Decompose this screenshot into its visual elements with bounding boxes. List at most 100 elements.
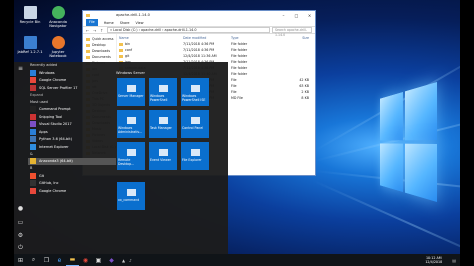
notifications-icon[interactable]: ▤ [452, 258, 456, 263]
letter-heading-b[interactable]: B [28, 165, 116, 172]
expand-link[interactable]: Expand [28, 92, 116, 99]
app-item[interactable]: Visual Studio 2017 [28, 121, 116, 129]
app-icon[interactable]: ◆ [105, 254, 118, 266]
app-label: Command Prompt [39, 107, 71, 112]
app-icon [30, 84, 36, 91]
app-item[interactable]: Python 3.6 (64-bit) [28, 136, 116, 144]
explorer-titlebar[interactable]: apache-drill-1.14.0 – □ × [83, 11, 315, 19]
ribbon-tabs: File Home Share View [83, 19, 315, 26]
app-label: Internet Explorer [39, 144, 69, 149]
folder-icon [119, 48, 123, 52]
address-bar[interactable]: « Local Disk (C:) › apache-drill › apach… [107, 27, 270, 33]
desktop-icon-jabref[interactable]: JabRef 1.2.7.1 [16, 36, 44, 54]
tile[interactable]: File Explorer [181, 142, 209, 170]
app-item[interactable]: Internet Explorer [28, 143, 116, 151]
internet-explorer-icon[interactable]: e [53, 254, 66, 266]
search-input[interactable]: Search apache-drill-1.14.0 [272, 27, 312, 37]
maximize-icon[interactable]: □ [291, 13, 302, 18]
app-item[interactable]: Command Prompt [28, 106, 116, 114]
folder-icon [86, 43, 90, 47]
tile[interactable]: Remote Desktop... [117, 142, 145, 170]
file-explorer-icon[interactable]: ▬ [66, 254, 79, 266]
clock[interactable]: 10:12 AM 12/4/2018 [419, 256, 448, 264]
task-view-icon[interactable]: ❐ [40, 254, 53, 266]
up-arrow-icon[interactable]: ↑ [100, 28, 105, 33]
app-item[interactable]: SQL Server Profiler 17 [28, 84, 116, 92]
app-icon [30, 143, 36, 150]
letter-heading-hash[interactable]: & [28, 151, 116, 158]
tile-label: xx_command [118, 198, 140, 202]
tiles-area: Windows Server Server Manager Windows Pow… [115, 70, 228, 246]
settings-gear-icon[interactable]: ⚙ [17, 232, 24, 239]
tab-view[interactable]: View [136, 21, 144, 25]
forward-arrow-icon[interactable]: → [93, 28, 98, 33]
tile-label: File Explorer [182, 158, 202, 162]
file-name: bin [125, 42, 131, 46]
start-button-icon[interactable]: ⊞ [14, 254, 27, 266]
app-icon [30, 172, 36, 179]
tile[interactable]: Control Panel [181, 110, 209, 138]
desktop-icon-recycle-bin[interactable]: Recycle Bin [16, 6, 44, 24]
file-size: 8 KB [301, 96, 309, 100]
tile-label: Windows PowerShell [150, 94, 168, 102]
recycle-bin-icon [23, 6, 37, 19]
nav-item-label: Documents [92, 55, 111, 59]
volume-icon[interactable]: ♪ [129, 258, 132, 263]
tab-file[interactable]: File [86, 19, 98, 26]
search-icon[interactable]: ⌕ [27, 254, 40, 266]
folder-icon [86, 13, 90, 17]
app-item[interactable]: Apps [28, 128, 116, 136]
file-name: git [125, 54, 130, 58]
user-icon[interactable]: ● [17, 205, 24, 212]
app-icon [30, 136, 36, 143]
tile[interactable]: Windows Administrativ... [117, 110, 145, 138]
desktop-icon-label: Recycle Bin [19, 20, 41, 24]
tile[interactable]: Windows PowerShell [149, 78, 177, 106]
most-used-heading: Most used [30, 99, 48, 104]
app-item[interactable]: Google Chrome [28, 187, 116, 195]
app-item[interactable]: Windows [28, 69, 116, 77]
app-label: Apps [39, 129, 48, 134]
hamburger-icon[interactable]: ≡ [17, 65, 24, 72]
file-type: MD File [231, 96, 243, 100]
chrome-icon[interactable]: ◉ [79, 254, 92, 266]
desktop-icon-jupyter[interactable]: Jupyter Notebook [44, 36, 72, 58]
app-item[interactable]: GitHub, Inc [28, 180, 116, 188]
folder-icon [86, 55, 90, 59]
window-title: apache-drill-1.14.0 [116, 13, 150, 17]
desktop-icon-anaconda-navigator[interactable]: Anaconda Navigator [44, 6, 72, 28]
app-item[interactable]: Google Chrome [28, 77, 116, 85]
desktop-icon-label: Jupyter Notebook [49, 50, 67, 58]
tile[interactable]: xx_command [117, 182, 145, 210]
tile[interactable]: Event Viewer [149, 142, 177, 170]
address-bar-row: ← → ↑ « Local Disk (C:) › apache-drill ›… [83, 26, 315, 37]
app-label: Git [39, 173, 45, 178]
app-icon [30, 69, 36, 76]
tab-share[interactable]: Share [120, 21, 130, 25]
app-label: SQL Server Profiler 17 [39, 85, 78, 90]
app-item[interactable]: Git [28, 172, 116, 180]
tile[interactable]: Windows PowerShell ISE [181, 78, 209, 106]
tile-label: Control Panel [182, 126, 204, 130]
tab-home[interactable]: Home [104, 21, 114, 25]
back-arrow-icon[interactable]: ← [86, 28, 91, 33]
app-item[interactable]: Snipping Tool [28, 113, 116, 121]
close-icon[interactable]: × [304, 13, 315, 18]
minimize-icon[interactable]: – [278, 13, 289, 18]
documents-icon[interactable]: ▭ [17, 219, 24, 226]
app-anaconda[interactable]: Anaconda3 (64-bit) [28, 157, 116, 165]
app-icon [30, 121, 36, 128]
tile-icon [158, 85, 168, 92]
anaconda-icon [51, 6, 65, 19]
network-icon[interactable]: ▲ [122, 258, 125, 263]
app-label: Anaconda3 (64-bit) [39, 159, 73, 164]
nav-item-label: Downloads [92, 49, 111, 53]
folder-icon [86, 37, 90, 41]
app-icon [30, 113, 36, 120]
app-label: Google Chrome [39, 188, 67, 193]
tile[interactable]: Server Manager [117, 78, 145, 106]
tile[interactable]: Task Manager [149, 110, 177, 138]
nav-item-label: Quick access [92, 37, 114, 41]
terminal-icon[interactable]: ▣ [92, 254, 105, 266]
power-icon[interactable]: ⏻ [17, 244, 24, 251]
